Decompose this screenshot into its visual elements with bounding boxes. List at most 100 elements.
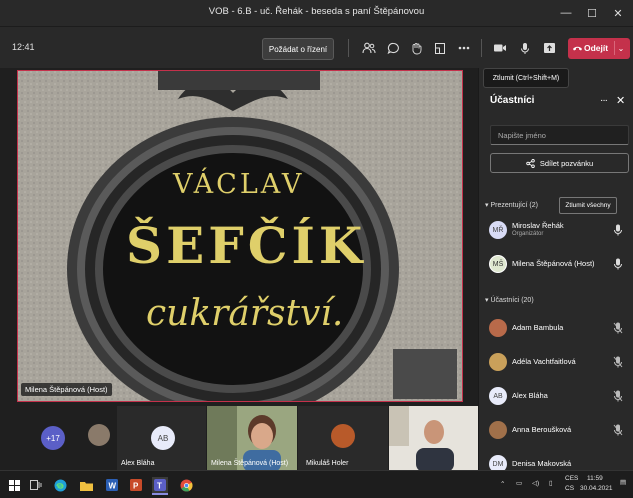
sign-text-line2: ŠEFČÍK <box>126 216 367 275</box>
word-icon[interactable]: W <box>104 477 120 493</box>
share-screen-icon[interactable] <box>540 39 558 57</box>
avatar: MŠ <box>489 255 507 273</box>
presenter-name-tag: Milena Štěpánová (Host) <box>21 383 112 396</box>
microphone-icon[interactable] <box>613 224 623 236</box>
participant-name: Milena Štěpánová (Host) <box>512 259 595 268</box>
more-actions-icon[interactable] <box>455 39 473 57</box>
participant-row[interactable]: MŘ Miroslav Řehák Organizátor <box>489 220 629 244</box>
powerpoint-icon[interactable]: P <box>128 477 144 493</box>
language-indicator-secondary: CS <box>565 485 575 492</box>
maximize-button[interactable]: ☐ <box>581 3 603 23</box>
microphone-muted-icon[interactable] <box>613 356 623 368</box>
panel-title: Účastníci <box>490 95 535 106</box>
close-window-button[interactable]: ✕ <box>607 3 629 23</box>
leave-button[interactable]: Odejít ⌄ <box>568 38 630 59</box>
participants-icon[interactable] <box>360 39 378 57</box>
close-icon[interactable]: ✕ <box>616 94 625 107</box>
request-control-button[interactable]: Požádat o řízení <box>262 38 334 60</box>
avatar <box>88 424 110 446</box>
participant-row[interactable]: Adam Bambula <box>489 318 629 342</box>
avatar <box>331 424 355 448</box>
share-invite-label: Sdílet pozvánku <box>539 158 594 168</box>
person-video <box>389 406 478 470</box>
title-bar: VOB - 6.B - uč. Řehák - beseda s paní Št… <box>0 0 633 26</box>
participant-role: Organizátor <box>512 231 544 237</box>
microphone-muted-icon[interactable] <box>613 424 623 436</box>
avatar <box>489 353 507 371</box>
participant-row[interactable]: AB Alex Bláha <box>489 386 629 410</box>
participant-name: Anna Beroušková <box>512 425 572 434</box>
tile-name: Mikuláš Holer <box>306 460 349 467</box>
participant-row[interactable]: Anna Beroušková <box>489 420 629 444</box>
participant-tile-alex[interactable]: AB Alex Bláha <box>117 406 206 470</box>
avatar <box>489 421 507 439</box>
volume-icon[interactable]: ◁) <box>532 479 539 487</box>
leave-label: Odejít <box>584 43 609 53</box>
video-topbar <box>158 71 320 90</box>
sign-text-line1: VÁCLAV <box>173 169 305 200</box>
attendees-header-label: Účastníci (20) <box>490 297 534 304</box>
overflow-count: +17 <box>41 426 65 450</box>
network-icon[interactable]: ▭ <box>516 479 522 487</box>
mute-tooltip: Ztlumit (Ctrl+Shift+M) <box>483 68 569 88</box>
battery-icon[interactable]: ▯ <box>549 479 553 487</box>
avatar: AB <box>489 387 507 405</box>
participant-tile[interactable] <box>80 406 116 470</box>
participant-row[interactable]: MŠ Milena Štěpánová (Host) <box>489 254 629 278</box>
sign-text-line3: cukrářství. <box>146 293 344 334</box>
language-indicator[interactable]: CES <box>565 475 578 482</box>
video-stage: VÁCLAV ŠEFČÍK cukrářství. Milena Štěpáno… <box>0 68 478 404</box>
share-icon <box>526 158 535 168</box>
taskbar: W P T ⌃ ▭ ◁) ▯ CES CS 11:59 30.04.2021 ▤ <box>0 470 633 498</box>
participant-name: Alex Bláha <box>512 391 548 400</box>
chat-icon[interactable] <box>384 39 402 57</box>
tray-up-icon[interactable]: ⌃ <box>500 480 505 488</box>
self-view-tile[interactable] <box>393 349 457 399</box>
clock-date[interactable]: 30.04.2021 <box>580 485 613 492</box>
mute-all-button[interactable]: Ztlumit všechny <box>559 197 617 214</box>
shared-video[interactable]: VÁCLAV ŠEFČÍK cukrářství. Milena Štěpáno… <box>17 70 463 402</box>
svg-text:W: W <box>109 482 117 491</box>
minimize-button[interactable]: — <box>555 3 577 23</box>
meeting-toolbar: 12:41 Požádat o řízení Odejít ⌄ <box>0 26 633 69</box>
toolbar-divider <box>348 39 349 57</box>
participant-row[interactable]: DM Denisa Makovská <box>489 454 629 470</box>
participant-name: Denisa Makovská <box>512 459 572 468</box>
phone-hangup-icon <box>573 46 582 51</box>
participant-tile-video[interactable] <box>389 406 478 470</box>
overflow-tile[interactable]: +17 <box>30 406 80 470</box>
more-options-icon[interactable]: ··· <box>600 95 608 106</box>
tile-name: Milena Štěpánová (Host) <box>211 460 289 467</box>
presenters-header-label: Prezentující (2) <box>490 202 538 209</box>
microphone-icon[interactable] <box>613 258 623 270</box>
edge-icon[interactable] <box>52 477 68 493</box>
clock-time[interactable]: 11:59 <box>587 475 603 482</box>
svg-text:P: P <box>133 482 139 491</box>
camera-icon[interactable] <box>491 39 509 57</box>
rooms-icon[interactable] <box>431 39 449 57</box>
teams-icon[interactable]: T <box>152 477 168 495</box>
participant-tile-milena[interactable]: Milena Štěpánová (Host) <box>207 406 297 470</box>
participant-name: Adéla Vachtfaitlová <box>512 357 576 366</box>
microphone-muted-icon[interactable] <box>613 390 623 402</box>
participant-tile-mikulas[interactable]: Mikuláš Holer <box>298 406 388 470</box>
attendees-header[interactable]: ▾ Účastníci (20) <box>485 296 534 304</box>
presenters-header[interactable]: ▾ Prezentující (2) <box>485 201 538 209</box>
task-view-icon[interactable] <box>28 477 44 493</box>
start-icon[interactable] <box>6 477 22 493</box>
window-title: VOB - 6.B - uč. Řehák - beseda s paní Št… <box>208 6 425 17</box>
microphone-muted-icon[interactable] <box>613 322 623 334</box>
avatar: DM <box>489 455 507 470</box>
share-invite-button[interactable]: Sdílet pozvánku <box>490 153 629 173</box>
reactions-icon[interactable] <box>407 39 425 57</box>
microphone-icon[interactable] <box>516 39 534 57</box>
avatar: AB <box>151 426 175 450</box>
tile-name: Alex Bláha <box>121 460 155 467</box>
participant-strip: +17 AB Alex Bláha Milena Štěpánová (Host… <box>0 404 478 470</box>
file-explorer-icon[interactable] <box>78 477 94 493</box>
search-input[interactable]: Napište jméno <box>490 125 629 145</box>
participant-row[interactable]: Adéla Vachtfaitlová <box>489 352 629 376</box>
chevron-down-icon[interactable]: ⌄ <box>614 41 627 55</box>
chrome-icon[interactable] <box>178 477 194 493</box>
notifications-icon[interactable]: ▤ <box>620 478 626 486</box>
